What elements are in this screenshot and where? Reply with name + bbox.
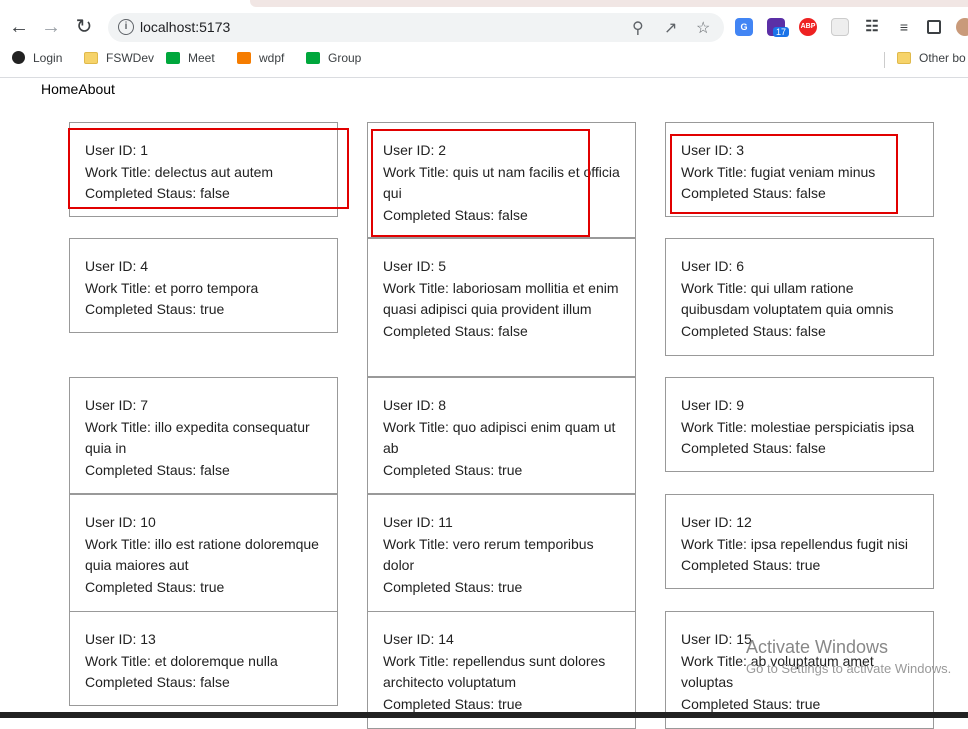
profile-avatar[interactable] [956, 18, 968, 36]
bookmarks-separator [884, 52, 885, 68]
user-id: User ID: 9 [681, 397, 745, 413]
highlight-box [371, 129, 590, 237]
work-title: Work Title: quo adipisci enim quam ut ab [383, 418, 616, 457]
work-title: Work Title: qui ullam ratione quibusdam … [681, 279, 894, 318]
nav-about-link[interactable]: About [78, 81, 115, 97]
extension-badge: 17 [773, 27, 790, 37]
folder-icon [897, 52, 911, 64]
completed-status: Completed Staus: true [85, 301, 225, 317]
todo-card: User ID: 11 Work Title: vero rerum tempor… [367, 494, 636, 612]
todo-card: User ID: 5 Work Title: laboriosam molliti… [367, 238, 636, 377]
bookmark-wdpf[interactable]: wdpf [237, 51, 284, 65]
todo-card: User ID: 4 Work Title: et porro tempora Co… [69, 238, 338, 333]
bookmark-login[interactable]: Login [12, 51, 62, 65]
activate-windows-subtitle: Go to Settings to activate Windows. [746, 661, 952, 676]
site-info-icon[interactable]: i [118, 19, 134, 35]
completed-status: Completed Staus: false [383, 322, 528, 339]
meet-icon [166, 52, 180, 64]
work-title: Work Title: repellendus sunt dolores arc… [383, 652, 606, 691]
work-title: Work Title: molestiae perspiciatis ipsa [681, 418, 915, 435]
address-bar[interactable]: i localhost:5173 ⚲ ↗ ☆ [108, 13, 724, 42]
github-icon [12, 51, 25, 64]
reload-icon[interactable]: ↻ [73, 16, 95, 38]
completed-status: Completed Staus: false [85, 461, 230, 478]
user-id: User ID: 6 [681, 258, 745, 274]
todo-card: User ID: 13 Work Title: et doloremque nul… [69, 611, 338, 706]
bookmarks-bar: Login FSWDev Meet wdpf Group Other bo [0, 46, 968, 72]
completed-status: Completed Staus: true [383, 461, 523, 478]
adblock-icon[interactable]: ABP [799, 18, 817, 36]
user-id: User ID: 4 [85, 258, 149, 274]
reading-list-icon[interactable]: ≡ [895, 18, 913, 36]
bookmark-star-icon[interactable]: ☆ [696, 18, 710, 38]
forward-arrow-icon[interactable]: → [40, 16, 62, 38]
puzzle-icon[interactable]: ☷ [863, 18, 881, 36]
work-title: Work Title: laboriosam mollitia et enim … [383, 279, 619, 318]
user-id: User ID: 8 [383, 397, 447, 413]
completed-status: Completed Staus: false [681, 440, 826, 456]
meet-icon [306, 52, 320, 64]
extension-icon[interactable] [831, 18, 849, 36]
todo-card: User ID: 12 Work Title: ipsa repellendus … [665, 494, 934, 589]
work-title: Work Title: illo expedita consequatur qu… [85, 418, 310, 457]
user-id: User ID: 7 [85, 397, 149, 413]
bookmark-group[interactable]: Group [306, 51, 361, 65]
user-id: User ID: 5 [383, 258, 447, 274]
user-id: User ID: 13 [85, 631, 156, 647]
share-icon[interactable]: ↗ [664, 18, 677, 38]
app-nav: HomeAbout [41, 81, 115, 97]
back-arrow-icon[interactable]: ← [8, 16, 30, 38]
bookmark-fswdev[interactable]: FSWDev [84, 51, 154, 65]
toolbar-divider [0, 77, 968, 78]
tab-strip [250, 0, 968, 7]
activate-windows-title: Activate Windows [746, 637, 889, 657]
work-title: Work Title: ipsa repellendus fugit nisi [681, 535, 908, 552]
todo-card: User ID: 7 Work Title: illo expedita cons… [69, 377, 338, 494]
completed-status: Completed Staus: true [383, 578, 523, 595]
completed-status: Completed Staus: false [85, 674, 230, 690]
taskbar [0, 712, 968, 718]
browser-chrome: ← → ↻ i localhost:5173 ⚲ ↗ ☆ G 17 ABP ☷ … [0, 0, 968, 78]
work-title: Work Title: illo est ratione doloremque … [85, 535, 319, 574]
highlight-box [670, 134, 898, 214]
url-text[interactable]: localhost:5173 [140, 19, 230, 35]
work-title: Work Title: vero rerum temporibus dolor [383, 535, 594, 574]
todo-card: User ID: 10 Work Title: illo est ratione … [69, 494, 338, 612]
work-title: Work Title: et porro tempora [85, 279, 259, 296]
user-id: User ID: 10 [85, 514, 156, 530]
completed-status: Completed Staus: true [681, 557, 821, 573]
user-id: User ID: 11 [383, 514, 453, 530]
user-id: User ID: 12 [681, 514, 752, 530]
todo-card: User ID: 9 Work Title: molestiae perspici… [665, 377, 934, 472]
todo-card: User ID: 8 Work Title: quo adipisci enim … [367, 377, 636, 494]
completed-status: Completed Staus: false [681, 322, 826, 339]
zoom-icon[interactable]: ⚲ [632, 18, 644, 38]
side-panel-icon[interactable] [927, 20, 941, 34]
user-id: User ID: 14 [383, 631, 454, 647]
translate-extension-icon[interactable]: G [735, 18, 753, 36]
xampp-icon [237, 52, 251, 64]
nav-home-link[interactable]: Home [41, 81, 78, 97]
highlight-box [68, 128, 349, 209]
bookmark-other[interactable]: Other bo [897, 51, 966, 65]
todo-card: User ID: 6 Work Title: qui ullam ratione … [665, 238, 934, 356]
folder-icon [84, 52, 98, 64]
bookmark-meet[interactable]: Meet [166, 51, 215, 65]
work-title: Work Title: et doloremque nulla [85, 652, 278, 669]
completed-status: Completed Staus: true [85, 578, 225, 595]
